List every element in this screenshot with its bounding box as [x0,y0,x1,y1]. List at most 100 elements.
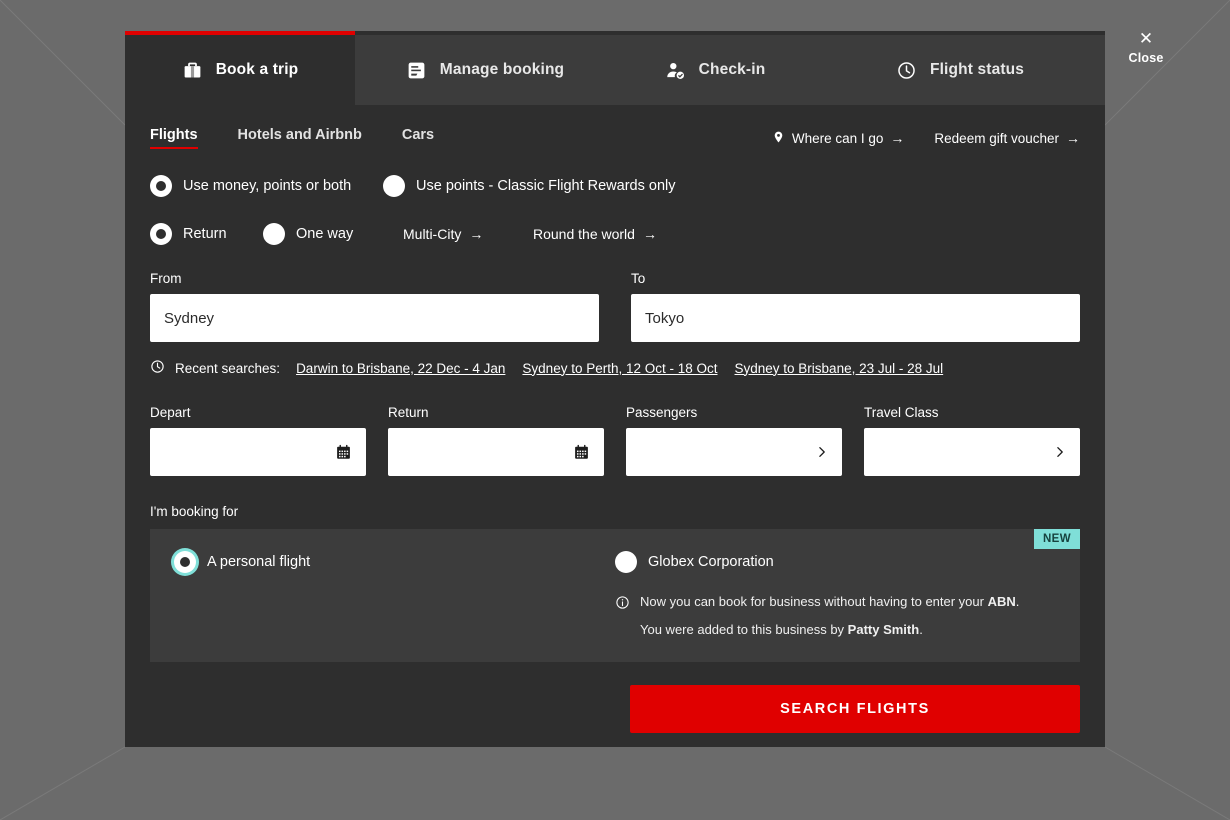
depart-date-input[interactable] [150,428,366,476]
note-text: . [919,622,923,637]
document-edit-icon [406,60,427,81]
recent-search-item[interactable]: Sydney to Perth, 12 Oct - 18 Oct [522,361,717,376]
tab-check-in[interactable]: Check-in [615,35,815,105]
note-text: Now you can book for business without ha… [640,594,988,609]
field-label: To [631,271,646,286]
note-text: You were added to this business by [640,622,848,637]
field-label: Passengers [626,405,698,420]
link-multi-city[interactable]: Multi-City → [403,226,533,242]
field-label: Depart [150,405,191,420]
radio-label: Return [183,226,227,242]
calendar-icon [335,443,352,461]
link-label: Where can I go [791,130,884,146]
tab-flight-status[interactable]: Flight status [815,35,1105,105]
clock-icon [896,60,917,81]
passengers-select[interactable] [626,428,842,476]
booking-form: Flights Hotels and Airbnb Cars Where can… [125,105,1105,733]
radio-indicator [263,223,285,245]
from-input-value: Sydney [164,309,215,327]
booking-modal: Book a trip Manage booking Check-in Flig… [125,31,1105,747]
field-from: From Sydney [150,271,599,342]
radio-return[interactable]: Return [150,223,263,245]
field-depart: Depart [150,405,366,476]
close-button-label: Close [1128,51,1164,65]
travel-class-select[interactable] [864,428,1080,476]
note-line-2: You were added to this business by Patty… [615,618,1056,642]
radio-indicator [150,175,172,197]
tab-label: Flight status [929,61,1025,78]
booking-for-business-column: Globex Corporation Now you can book for … [615,551,1056,642]
info-icon [615,594,630,618]
tab-book-a-trip[interactable]: Book a trip [125,35,355,105]
trip-type-group: Return One way Multi-City → Round the wo… [150,223,1080,245]
recent-search-item[interactable]: Darwin to Brisbane, 22 Dec - 4 Jan [296,361,505,376]
link-label: Round the world [533,226,635,242]
arrow-right-icon: → [1066,130,1080,146]
radio-label: A personal flight [207,554,311,570]
chevron-right-icon [1053,444,1066,460]
payment-option-group: Use money, points or both Use points - C… [150,175,1080,197]
person-check-icon [665,60,686,81]
location-pin-icon [772,129,785,148]
note-text: . [1015,594,1020,609]
field-to: To Tokyo [631,271,1080,342]
link-label: Multi-City [403,226,462,242]
calendar-icon [573,443,590,461]
arrow-right-icon: → [642,226,657,242]
to-input[interactable]: Tokyo [631,294,1080,342]
arrow-right-icon: → [890,130,905,146]
field-label: From [150,271,182,286]
detail-fields: Depart Return Passengers Travel Class [150,405,1080,476]
tab-label: Check-in [698,61,766,78]
recent-searches: Recent searches: Darwin to Brisbane, 22 … [150,359,1080,377]
tab-label: Manage booking [439,61,565,78]
search-flights-button[interactable]: SEARCH FLIGHTS [630,685,1080,733]
radio-indicator [174,551,196,573]
radio-one-way[interactable]: One way [263,223,403,245]
radio-globex-corporation[interactable]: Globex Corporation [615,551,1056,573]
note-emphasis: Patty Smith [847,622,920,637]
tab-manage-booking[interactable]: Manage booking [355,35,615,105]
return-date-input[interactable] [388,428,604,476]
radio-indicator [615,551,637,573]
subtab-cars[interactable]: Cars [402,127,434,149]
field-label: Travel Class [864,405,939,420]
subtab-group: Flights Hotels and Airbnb Cars [150,127,474,149]
subtab-flights[interactable]: Flights [150,127,198,149]
close-x-icon: ✕ [1138,29,1154,48]
booking-for-personal-column: A personal flight [174,551,615,642]
subtab-hotels-and-airbnb[interactable]: Hotels and Airbnb [238,127,362,149]
radio-use-money-points-or-both[interactable]: Use money, points or both [150,175,383,197]
chevron-right-icon [815,444,828,460]
recent-searches-label: Recent searches: [175,360,281,376]
radio-label: Use points - Classic Flight Rewards only [416,178,676,194]
link-label: Redeem gift voucher [934,130,1059,146]
route-fields: From Sydney To Tokyo [150,271,1080,342]
subtab-label: Cars [401,127,435,143]
tab-label: Book a trip [215,61,299,78]
field-travel-class: Travel Class [864,405,1080,476]
radio-label: Use money, points or both [183,178,352,194]
from-input[interactable]: Sydney [150,294,599,342]
clock-icon [150,359,165,377]
quick-links-group: Where can I go → Redeem gift voucher → [772,129,1080,148]
subtab-row: Flights Hotels and Airbnb Cars Where can… [150,105,1080,149]
booking-for-panel: NEW A personal flight Globex Corporation [150,529,1080,662]
subtab-label: Flights [150,127,198,143]
link-round-the-world[interactable]: Round the world → [533,226,657,242]
link-where-can-i-go[interactable]: Where can I go → [772,129,905,148]
radio-use-points-classic-flight-rewards-only[interactable]: Use points - Classic Flight Rewards only [383,175,675,197]
new-badge: NEW [1033,529,1080,549]
main-tab-bar: Book a trip Manage booking Check-in Flig… [125,35,1105,105]
radio-label: Globex Corporation [648,554,774,570]
booking-for-label: I'm booking for [150,504,239,519]
radio-indicator [383,175,405,197]
note-line-1: Now you can book for business without ha… [640,590,1019,614]
search-button-row: SEARCH FLIGHTS [150,685,1080,733]
recent-search-item[interactable]: Sydney to Brisbane, 23 Jul - 28 Jul [735,361,944,376]
link-redeem-gift-voucher[interactable]: Redeem gift voucher → [934,130,1080,146]
radio-indicator [150,223,172,245]
radio-a-personal-flight[interactable]: A personal flight [174,551,615,573]
close-button[interactable]: ✕ Close [1118,29,1174,66]
field-return: Return [388,405,604,476]
